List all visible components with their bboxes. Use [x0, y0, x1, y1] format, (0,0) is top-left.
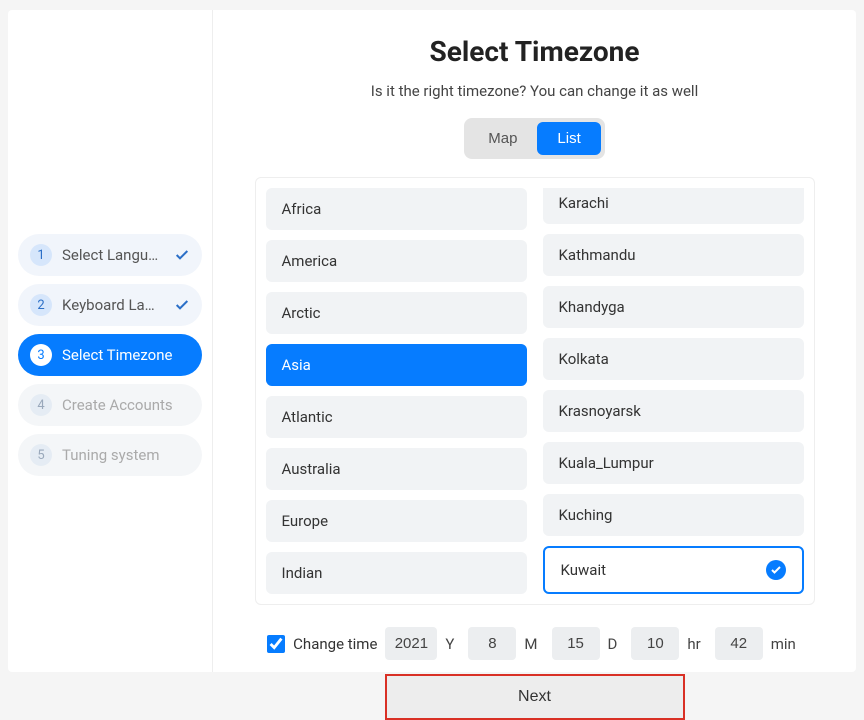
year-unit: Y [445, 635, 454, 653]
city-kolkata[interactable]: Kolkata [543, 338, 804, 380]
city-column[interactable]: Karachi Kathmandu Khandyga Kolkata Krasn… [543, 188, 804, 594]
step-label: Create Accounts [62, 396, 190, 414]
step-number: 5 [30, 444, 52, 466]
city-khandyga[interactable]: Khandyga [543, 286, 804, 328]
next-button[interactable]: Next [385, 674, 685, 720]
city-kuala-lumpur[interactable]: Kuala_Lumpur [543, 442, 804, 484]
continent-arctic[interactable]: Arctic [266, 292, 527, 334]
city-karachi[interactable]: Karachi [543, 188, 804, 224]
month-input[interactable] [468, 627, 516, 660]
hour-input[interactable] [631, 627, 679, 660]
view-toggle: Map List [464, 118, 605, 159]
city-kuwait[interactable]: Kuwait [543, 546, 804, 594]
year-input[interactable] [385, 627, 437, 660]
main-panel: Select Timezone Is it the right timezone… [213, 10, 856, 672]
checkmark-icon [174, 297, 190, 313]
continent-asia[interactable]: Asia [266, 344, 527, 386]
checkmark-icon [174, 247, 190, 263]
change-time-row: Change time Y M D hr min [267, 627, 802, 660]
min-unit: min [771, 635, 796, 653]
continent-europe[interactable]: Europe [266, 500, 527, 542]
step-label: Select Timezone [62, 346, 190, 364]
timezone-picker: Africa America Arctic Asia Atlantic Aust… [255, 177, 815, 605]
continent-africa[interactable]: Africa [266, 188, 527, 230]
day-input[interactable] [552, 627, 600, 660]
step-number: 1 [30, 244, 52, 266]
month-unit: M [524, 635, 537, 653]
step-label: Tuning system [62, 446, 190, 464]
continent-america[interactable]: America [266, 240, 527, 282]
step-number: 3 [30, 344, 52, 366]
step-label: Select Langu… [62, 246, 164, 264]
step-select-language[interactable]: 1 Select Langu… [18, 234, 202, 276]
continent-column: Africa America Arctic Asia Atlantic Aust… [266, 188, 527, 594]
step-select-timezone[interactable]: 3 Select Timezone [18, 334, 202, 376]
city-krasnoyarsk[interactable]: Krasnoyarsk [543, 390, 804, 432]
step-label: Keyboard La… [62, 296, 164, 314]
step-create-accounts[interactable]: 4 Create Accounts [18, 384, 202, 426]
continent-australia[interactable]: Australia [266, 448, 527, 490]
list-toggle[interactable]: List [537, 122, 600, 155]
change-time-checkbox[interactable] [267, 635, 285, 653]
change-time-label: Change time [293, 635, 377, 653]
continent-indian[interactable]: Indian [266, 552, 527, 594]
step-number: 4 [30, 394, 52, 416]
day-unit: D [608, 635, 618, 653]
city-kuching[interactable]: Kuching [543, 494, 804, 536]
map-toggle[interactable]: Map [468, 122, 537, 155]
city-label: Kuwait [561, 561, 607, 579]
city-kathmandu[interactable]: Kathmandu [543, 234, 804, 276]
step-keyboard-layout[interactable]: 2 Keyboard La… [18, 284, 202, 326]
page-subtitle: Is it the right timezone? You can change… [371, 82, 698, 100]
checkmark-icon [766, 560, 786, 580]
step-number: 2 [30, 294, 52, 316]
hour-unit: hr [687, 635, 700, 653]
min-input[interactable] [715, 627, 763, 660]
wizard-sidebar: 1 Select Langu… 2 Keyboard La… 3 Select … [8, 10, 213, 672]
continent-atlantic[interactable]: Atlantic [266, 396, 527, 438]
step-tuning-system[interactable]: 5 Tuning system [18, 434, 202, 476]
page-title: Select Timezone [430, 35, 640, 68]
